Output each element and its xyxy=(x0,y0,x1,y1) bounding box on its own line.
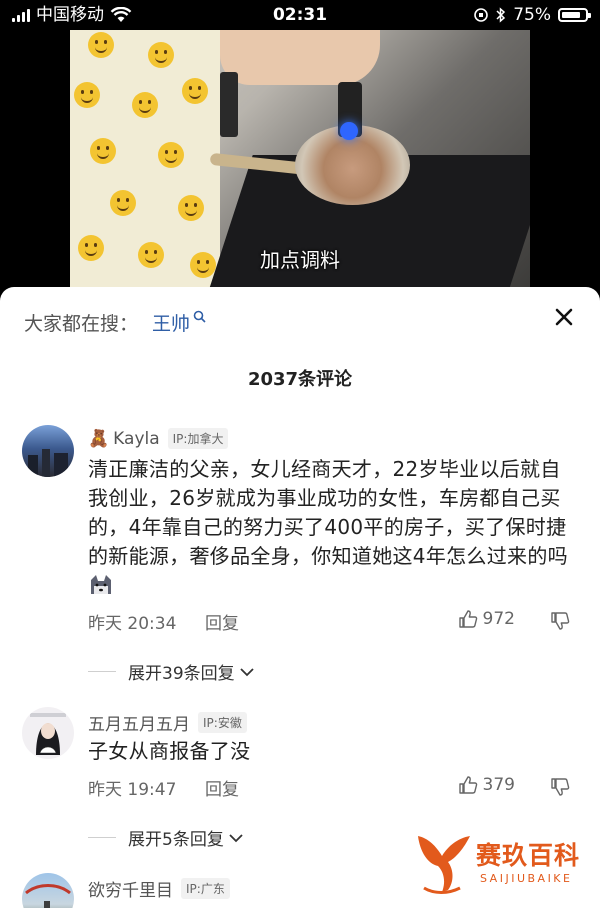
reply-button[interactable]: 回复 xyxy=(205,609,239,634)
comment-time: 昨天 19:47 xyxy=(88,780,177,800)
comment-header: 五月五月五月 IP:安徽 xyxy=(88,710,247,735)
chevron-down-icon xyxy=(229,833,243,842)
watermark-name-cn: 赛玖百科 xyxy=(476,841,581,870)
divider xyxy=(88,671,116,672)
battery-icon xyxy=(558,8,591,22)
comment-header: 欲穷千里目 IP:广东 xyxy=(88,876,230,901)
close-icon[interactable] xyxy=(552,305,576,329)
comment-header: 🧸 Kayla IP:加拿大 xyxy=(88,428,229,449)
status-right: 75% xyxy=(473,0,591,30)
comments-panel: 大家都在搜： 王帅 2037条评论 🧸 Kayla IP:加拿大 清正廉洁的父亲… xyxy=(0,287,600,908)
trending-search: 大家都在搜： 王帅 xyxy=(24,309,206,336)
bear-emoji-icon: 🧸 xyxy=(88,428,110,449)
ip-badge: IP:安徽 xyxy=(198,712,247,733)
video-caption: 加点调料 xyxy=(260,248,340,272)
whale-tail-logo-icon xyxy=(418,836,470,894)
video-player[interactable]: 加点调料 xyxy=(70,30,530,295)
expand-replies-label: 展开39条回复 xyxy=(128,664,235,684)
avatar[interactable] xyxy=(22,873,74,908)
comment-text: 清正廉洁的父亲，女儿经商天才，22岁毕业以后就自我创业，26岁就成为事业成功的女… xyxy=(88,455,578,600)
like-button[interactable]: 379 xyxy=(458,775,515,795)
expand-replies-label: 展开5条回复 xyxy=(128,830,224,850)
battery-percent: 75% xyxy=(513,5,551,25)
username[interactable]: 五月五月五月 xyxy=(88,710,190,735)
ip-badge: IP:加拿大 xyxy=(167,428,229,449)
thumbs-down-icon[interactable] xyxy=(550,777,570,797)
expand-replies-button[interactable]: 展开5条回复 xyxy=(88,825,244,850)
orientation-lock-icon xyxy=(474,8,489,22)
reply-button[interactable]: 回复 xyxy=(205,775,239,800)
thumbs-up-icon xyxy=(458,610,477,628)
comment-text-content: 清正廉洁的父亲，女儿经商天才，22岁毕业以后就自我创业，26岁就成为事业成功的女… xyxy=(88,457,568,568)
expand-replies-button[interactable]: 展开39条回复 xyxy=(88,659,255,684)
avatar[interactable] xyxy=(22,707,74,759)
username[interactable]: 欲穷千里目 xyxy=(88,876,173,901)
grinder-light xyxy=(340,122,358,140)
comment-text: 子女从商报备了没 xyxy=(88,739,251,763)
chevron-down-icon xyxy=(240,667,254,676)
watermark-logo: 赛玖百科 SAIJIUBAIKE xyxy=(414,828,592,898)
husky-emoji-icon xyxy=(88,574,114,596)
like-count: 379 xyxy=(482,775,515,795)
avatar[interactable] xyxy=(22,425,74,477)
watermark-name-en: SAIJIUBAIKE xyxy=(480,872,573,885)
search-icon[interactable] xyxy=(193,310,206,323)
trending-search-term[interactable]: 王帅 xyxy=(152,309,190,336)
ip-badge: IP:广东 xyxy=(181,878,230,899)
comment-meta: 昨天 20:34 回复 972 xyxy=(88,609,578,634)
status-bar: 中国移动 02:31 75% xyxy=(0,0,600,30)
username[interactable]: Kayla xyxy=(113,429,159,449)
thumbs-down-icon[interactable] xyxy=(550,611,570,631)
comment-count: 2037条评论 xyxy=(247,369,353,390)
like-count: 972 xyxy=(482,609,515,629)
like-button[interactable]: 972 xyxy=(458,609,515,629)
bluetooth-icon xyxy=(496,7,506,23)
thumbs-up-icon xyxy=(458,776,477,794)
comment-time: 昨天 20:34 xyxy=(88,614,177,634)
arm-image xyxy=(220,30,380,85)
trending-search-prefix: 大家都在搜： xyxy=(24,313,139,335)
bottle-image xyxy=(220,72,238,137)
comment-meta: 昨天 19:47 回复 379 xyxy=(88,775,578,800)
divider xyxy=(88,837,116,838)
